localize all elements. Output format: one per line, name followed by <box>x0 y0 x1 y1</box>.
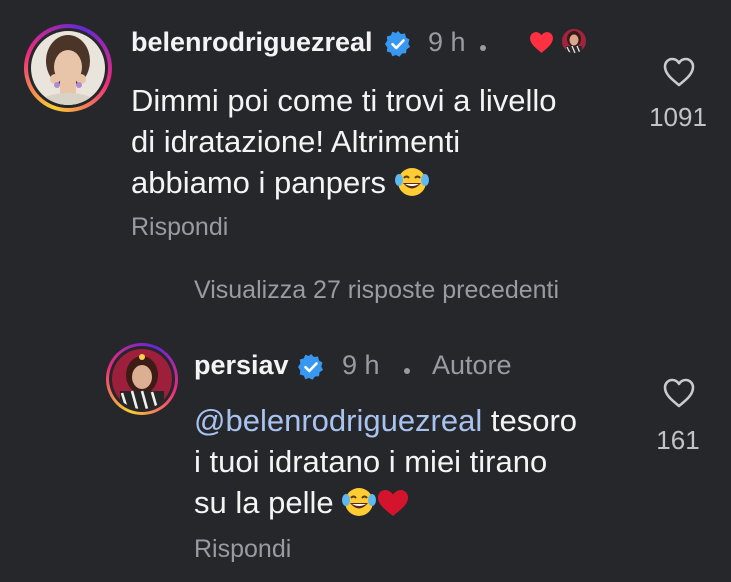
comment-line: i tuoi idratano i miei tirano <box>194 444 548 479</box>
view-previous-replies-link[interactable]: Visualizza 27 risposte precedenti <box>194 276 559 305</box>
verified-badge-icon <box>385 31 410 57</box>
like-count: 1091 <box>649 102 707 132</box>
separator-dot <box>404 368 410 374</box>
like-count: 161 <box>656 425 700 455</box>
comment-time: 9 h <box>428 27 466 57</box>
avatar-persiav[interactable] <box>106 343 178 415</box>
separator-dot <box>480 45 486 51</box>
comment-line: Dimmi poi come ti trovi a livello <box>131 83 557 118</box>
comment-line: tesoro <box>482 403 578 438</box>
comment-username[interactable]: persiav <box>194 350 289 381</box>
avatar-belenrodriguezreal[interactable] <box>24 24 112 112</box>
comment-line: di idratazione! Altrimenti <box>131 124 461 159</box>
author-liked-heart-icon <box>530 32 553 53</box>
comment-line: abbiamo i panpers <box>131 165 387 200</box>
mention-link[interactable]: @belenrodriguezreal <box>194 403 482 438</box>
comment-body: Dimmi poi come ti trovi a livello di idr… <box>131 80 557 203</box>
comment-line: su la pelle <box>194 485 334 520</box>
author-avatar-mini <box>562 29 586 53</box>
comments-thread: belenrodriguezreal 9 h Dimmi poi come ti… <box>0 0 731 582</box>
comment-username[interactable]: belenrodriguezreal <box>131 27 373 58</box>
author-tag: Autore <box>432 350 512 380</box>
reply-button[interactable]: Rispondi <box>131 213 228 242</box>
red-heart-emoji-icon <box>378 490 409 516</box>
laughing-tears-emoji-icon <box>342 488 377 516</box>
reply-button[interactable]: Rispondi <box>194 535 291 564</box>
verified-badge-icon <box>298 354 323 380</box>
heart-like-icon[interactable] <box>662 377 696 409</box>
comment-time: 9 h <box>342 350 380 380</box>
heart-like-icon[interactable] <box>662 56 696 88</box>
laughing-tears-emoji-icon <box>394 168 429 196</box>
comment-body: @belenrodriguezreal tesoro i tuoi idrata… <box>194 400 577 523</box>
